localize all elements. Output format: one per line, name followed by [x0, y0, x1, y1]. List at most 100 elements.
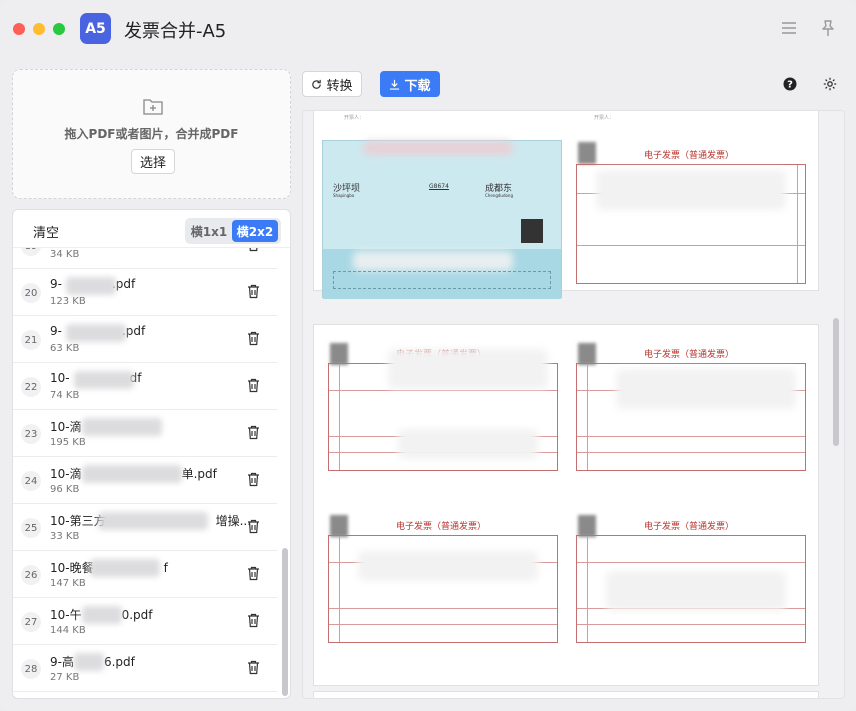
redacted-text: [82, 465, 182, 483]
file-size: 144 KB: [50, 625, 86, 636]
trash-icon[interactable]: [247, 519, 260, 534]
svg-text:?: ?: [787, 80, 793, 91]
redacted-text: [82, 606, 122, 624]
file-index: 21: [21, 330, 41, 350]
file-name-end: f: [163, 561, 168, 575]
download-label: 下载: [404, 78, 431, 94]
file-name-start: 10-午: [50, 608, 82, 622]
app-title: 发票合并-A5: [124, 21, 227, 42]
choose-file-button[interactable]: 选择: [131, 149, 175, 174]
preview-page: 电子发票（普通发票） 电子发票（普通发票） 电子发票（普通发票） 电子发票（普通…: [313, 324, 819, 686]
app-logo: A5: [80, 13, 111, 44]
convert-button[interactable]: 转换: [302, 71, 362, 97]
file-list-item[interactable]: 26 10-晚餐 f 147 KB: [13, 551, 277, 598]
file-size: 27 KB: [50, 672, 80, 683]
invoice: 电子发票（普通发票）: [328, 511, 558, 651]
file-name-end: 单.pdf: [181, 467, 217, 481]
preview-area: 开票人： 开票人： 沙坪坝 成都东 G8674 Shapingba Chengd…: [302, 110, 845, 699]
file-index: 28: [21, 659, 41, 679]
invoice: 电子发票（普通发票）: [576, 511, 806, 651]
file-index: 20: [21, 283, 41, 303]
file-size: 33 KB: [50, 531, 80, 542]
redacted-text: [74, 371, 134, 389]
preview-scrollbar[interactable]: [833, 318, 839, 446]
file-index: 19: [21, 248, 41, 256]
trash-icon[interactable]: [247, 425, 260, 440]
file-list-item[interactable]: 23 10-滴 195 KB: [13, 410, 277, 457]
file-name-start: 10-晚餐: [50, 561, 94, 575]
minimize-window-button[interactable]: [33, 23, 45, 35]
download-button[interactable]: 下载: [380, 71, 440, 97]
file-list-panel: 清空 横1x1 横2x2 1934 KB209-.pdf123 KB219-.p…: [12, 209, 291, 699]
file-name-start: 9-高: [50, 655, 74, 669]
file-list-item[interactable]: 27 10-午 0.pdf 144 KB: [13, 598, 277, 645]
clear-button[interactable]: 清空: [33, 222, 59, 241]
trash-icon[interactable]: [247, 284, 260, 299]
file-list-item[interactable]: 25 10-第三方 增操... 33 KB: [13, 504, 277, 551]
invoice-title: 电子发票（普通发票）: [644, 151, 735, 161]
invoice-title: 电子发票（普通发票）: [644, 522, 735, 532]
layout-option-1x1[interactable]: 横1x1: [188, 220, 230, 242]
invoice: 电子发票（普通发票）: [328, 339, 558, 479]
file-list-item[interactable]: 24 10-滴 单.pdf 96 KB: [13, 457, 277, 504]
file-size: 147 KB: [50, 578, 86, 589]
file-name-start: 10-滴: [50, 467, 82, 481]
drop-hint: 拖入PDF或者图片，合并成PDF: [64, 127, 239, 141]
file-index: 23: [21, 424, 41, 444]
trash-icon[interactable]: [247, 248, 260, 252]
app-window: A5 发票合并-A5 拖入PDF或者图片，合并成PDF 选择 清空 横1x1 横…: [0, 0, 856, 711]
trash-icon[interactable]: [247, 660, 260, 675]
list-scrollbar[interactable]: [282, 548, 288, 696]
close-window-button[interactable]: [13, 23, 25, 35]
trash-icon[interactable]: [247, 566, 260, 581]
invoice-title: 电子发票（普通发票）: [396, 522, 487, 532]
file-size: 34 KB: [50, 249, 80, 260]
file-size: 96 KB: [50, 484, 80, 495]
invoice: 电子发票（普通发票）: [576, 339, 806, 479]
invoice: 电子发票（普通发票）: [576, 140, 806, 290]
refresh-icon: [312, 79, 322, 89]
redacted-text: [90, 559, 160, 577]
convert-label: 转换: [326, 78, 353, 94]
file-size: 195 KB: [50, 437, 86, 448]
file-list-item[interactable]: 22 10- df 74 KB: [13, 363, 277, 410]
maximize-window-button[interactable]: [53, 23, 65, 35]
file-list-item[interactable]: 19 34 KB: [13, 248, 277, 269]
trash-icon[interactable]: [247, 613, 260, 628]
file-list: 1934 KB209-.pdf123 KB219-.pdf63 KB2210-d…: [13, 248, 279, 698]
qr-code: [521, 219, 543, 243]
preview-page: 开票人： 开票人： 沙坪坝 成都东 G8674 Shapingba Chengd…: [313, 111, 819, 299]
file-index: 26: [21, 565, 41, 585]
help-icon[interactable]: ?: [783, 77, 797, 91]
file-name-end: 6.pdf: [103, 655, 135, 669]
redacted-text: [66, 277, 116, 295]
file-size: 123 KB: [50, 296, 86, 307]
ticket-train: G8674: [429, 183, 449, 190]
ticket-to-pinyin: Chengdudong: [485, 193, 513, 198]
file-list-item[interactable]: 20 9- .pdf 123 KB: [13, 269, 277, 316]
drop-zone[interactable]: 拖入PDF或者图片，合并成PDF 选择: [12, 69, 291, 199]
file-size: 63 KB: [50, 343, 80, 354]
folder-add-icon: [143, 99, 163, 115]
file-index: 25: [21, 518, 41, 538]
redacted-text: [66, 324, 126, 342]
file-list-item[interactable]: 21 9- .pdf 63 KB: [13, 316, 277, 363]
layout-toggle: 横1x1 横2x2: [185, 218, 281, 244]
trash-icon[interactable]: [247, 472, 260, 487]
ticket-from-pinyin: Shapingba: [333, 193, 355, 198]
pin-icon[interactable]: [818, 18, 838, 38]
file-index: 22: [21, 377, 41, 397]
gear-icon[interactable]: [823, 77, 837, 91]
file-name-end: 0.pdf: [121, 608, 153, 622]
file-size: 74 KB: [50, 390, 80, 401]
file-name-start: 9-: [50, 324, 62, 338]
menu-icon[interactable]: [779, 18, 799, 38]
file-index: 27: [21, 612, 41, 632]
redacted-text: [98, 512, 208, 530]
redacted-text: [82, 418, 162, 436]
file-name-start: 10-: [50, 371, 70, 385]
file-list-item[interactable]: 28 9-高 6.pdf 27 KB: [13, 645, 277, 692]
trash-icon[interactable]: [247, 378, 260, 393]
layout-option-2x2[interactable]: 横2x2: [232, 220, 278, 242]
trash-icon[interactable]: [247, 331, 260, 346]
